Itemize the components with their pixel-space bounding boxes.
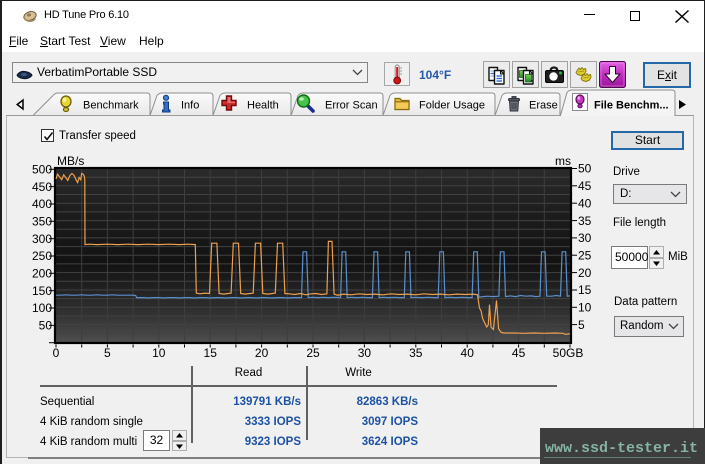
svg-text:150: 150: [32, 284, 52, 298]
svg-text:100: 100: [32, 301, 52, 315]
svg-text:5: 5: [578, 318, 585, 332]
svg-text:40: 40: [461, 346, 475, 360]
svg-text:50: 50: [578, 162, 592, 176]
svg-text:Erase: Erase: [529, 100, 558, 112]
svg-text:400: 400: [32, 197, 52, 211]
svg-text:30: 30: [358, 346, 372, 360]
svg-text:45: 45: [578, 179, 592, 193]
svg-text:15: 15: [578, 283, 592, 297]
svg-text:20: 20: [255, 346, 269, 360]
svg-text:10: 10: [152, 346, 166, 360]
svg-text:500: 500: [32, 163, 52, 177]
svg-text:450: 450: [32, 180, 52, 194]
svg-text:Health: Health: [247, 100, 279, 112]
svg-text:Folder Usage: Folder Usage: [419, 100, 485, 112]
svg-text:Info: Info: [181, 100, 199, 112]
svg-text:5: 5: [104, 346, 111, 360]
svg-text:10: 10: [578, 301, 592, 315]
svg-text:0: 0: [53, 346, 60, 360]
svg-text:50GB: 50GB: [553, 346, 584, 360]
svg-text:40: 40: [578, 196, 592, 210]
svg-text:300: 300: [32, 232, 52, 246]
svg-text:MB/s: MB/s: [57, 154, 84, 168]
svg-text:15: 15: [204, 346, 218, 360]
svg-text:File Benchm...: File Benchm...: [594, 100, 669, 112]
svg-text:25: 25: [306, 346, 320, 360]
svg-text:Benchmark: Benchmark: [83, 100, 139, 112]
svg-text:200: 200: [32, 267, 52, 281]
svg-text:Error Scan: Error Scan: [325, 100, 378, 112]
svg-text:45: 45: [512, 346, 526, 360]
svg-text:50: 50: [39, 319, 53, 333]
svg-text:25: 25: [578, 248, 592, 262]
svg-text:20: 20: [578, 266, 592, 280]
svg-text:350: 350: [32, 215, 52, 229]
svg-text:35: 35: [409, 346, 423, 360]
svg-text:35: 35: [578, 214, 592, 228]
svg-text:ms: ms: [555, 154, 571, 168]
svg-text:250: 250: [32, 249, 52, 263]
svg-text:30: 30: [578, 231, 592, 245]
